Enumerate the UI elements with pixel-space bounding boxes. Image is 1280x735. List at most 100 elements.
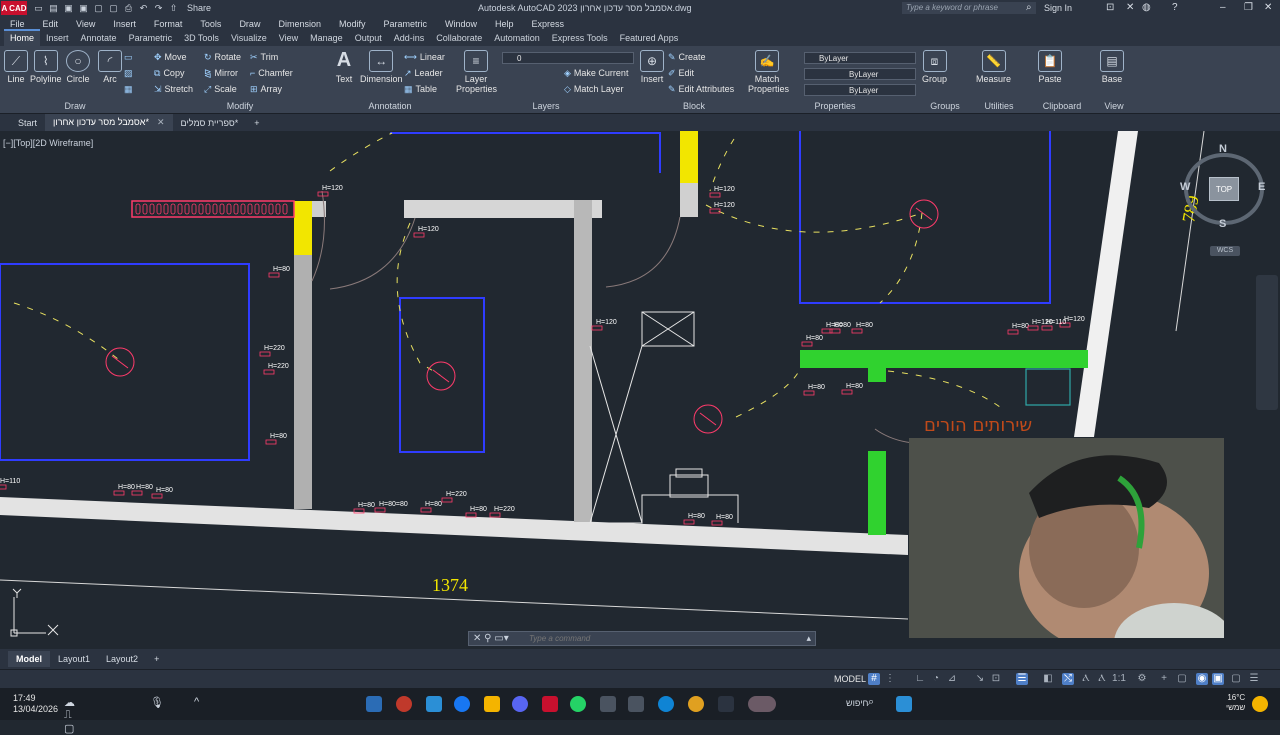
web-open-icon[interactable]: ▢ <box>93 3 104 13</box>
save-icon[interactable]: ▣ <box>63 3 74 13</box>
osnap-icon[interactable]: ⊡ <box>990 673 1002 685</box>
menu-window[interactable]: Window <box>445 19 477 29</box>
tab-add-ins[interactable]: Add-ins <box>388 31 431 46</box>
drawing-tab-active[interactable]: אסמבל מסר עדכון אחרון* ✕ <box>45 114 173 131</box>
open-file-icon[interactable]: ▤ <box>48 3 59 13</box>
compass-e[interactable]: E <box>1258 181 1265 193</box>
menu-edit[interactable]: Edit <box>43 19 59 29</box>
circle-button[interactable]: ○ Circle <box>66 50 90 84</box>
copy-button[interactable]: ⧉ Copy <box>154 68 184 79</box>
facebook-icon[interactable] <box>454 696 470 712</box>
group-button[interactable]: ⧈ Group <box>922 50 947 84</box>
taskbar-app-2-icon[interactable] <box>396 696 412 712</box>
taskbar-thumbnail-icon[interactable] <box>748 696 776 712</box>
tab-insert[interactable]: Insert <box>40 31 75 46</box>
dimension-button[interactable]: ↔ Dimension <box>360 50 403 84</box>
layers-group-label[interactable]: Layers <box>452 101 640 111</box>
wcs-menu[interactable]: WCS <box>1210 246 1240 256</box>
model-space-button[interactable]: MODEL <box>834 674 866 684</box>
navigation-bar[interactable] <box>1256 275 1278 410</box>
edit-attributes-button[interactable]: ✎ Edit Attributes <box>668 84 734 95</box>
tab-express-tools[interactable]: Express Tools <box>546 31 614 46</box>
annotation-visibility-icon[interactable]: Ⲁ <box>1080 673 1092 685</box>
tab-visualize[interactable]: Visualize <box>225 31 273 46</box>
menu-modify[interactable]: Modify <box>339 19 366 29</box>
menu-help[interactable]: Help <box>495 19 514 29</box>
rotate-button[interactable]: ↻ Rotate <box>204 52 241 63</box>
menu-dimension[interactable]: Dimension <box>278 19 321 29</box>
match-layer-button[interactable]: ◇ Match Layer <box>564 84 623 95</box>
compass-w[interactable]: W <box>1180 181 1190 193</box>
undo-icon[interactable]: ↶ <box>138 3 149 13</box>
text-button[interactable]: A Text <box>332 50 356 84</box>
stretch-button[interactable]: ⇲ Stretch <box>154 84 193 95</box>
layout1-tab[interactable]: Layout1 <box>50 651 98 667</box>
measure-button[interactable]: 📏 Measure <box>976 50 1011 84</box>
menu-view[interactable]: View <box>76 19 95 29</box>
color-dropdown[interactable]: ByLayer <box>804 52 916 64</box>
tab-view[interactable]: View <box>273 31 304 46</box>
user-icon[interactable]: ◍ <box>1142 2 1151 13</box>
isolate-objects-icon[interactable]: ◉ <box>1196 673 1208 685</box>
sign-in-button[interactable]: Sign In <box>1044 3 1072 13</box>
menu-tools[interactable]: Tools <box>200 19 221 29</box>
save-as-icon[interactable]: ▣ <box>78 3 89 13</box>
chrome-icon[interactable] <box>688 696 704 712</box>
tab-manage[interactable]: Manage <box>304 31 349 46</box>
file-explorer-icon[interactable] <box>484 696 500 712</box>
mirror-button[interactable]: ⧎ Mirror <box>204 68 238 79</box>
lineweight-icon[interactable]: ☰ <box>1016 673 1028 685</box>
new-file-icon[interactable]: ▭ <box>33 3 44 13</box>
compass-n[interactable]: N <box>1219 143 1227 155</box>
menu-draw[interactable]: Draw <box>239 19 260 29</box>
binoculars-icon[interactable]: ⌕ <box>1026 2 1032 13</box>
paste-button[interactable]: 📋 Paste <box>1038 50 1062 84</box>
menu-format[interactable]: Format <box>154 19 183 29</box>
menu-express[interactable]: Express <box>532 19 565 29</box>
cart-icon[interactable]: ⊡ <box>1106 2 1114 13</box>
layer-properties-button[interactable]: ≡ Layer Properties <box>456 50 497 94</box>
start-tab[interactable]: Start <box>10 115 45 131</box>
osnap-tracking-icon[interactable]: ↘ <box>974 673 986 685</box>
taskbar-app-9-icon[interactable] <box>600 696 616 712</box>
clipboard-group-label[interactable]: Clipboard <box>1030 101 1094 111</box>
menu-file[interactable]: File <box>10 19 25 29</box>
polyline-button[interactable]: ⌇ Polyline <box>30 50 62 84</box>
grid-icon[interactable]: # <box>868 673 880 685</box>
search-icon[interactable]: ⌕ <box>868 696 884 712</box>
weather-widget[interactable]: 16°C שמשי <box>1226 693 1245 713</box>
scale-button[interactable]: ⤢ Scale <box>204 84 237 95</box>
tab-3d-tools[interactable]: 3D Tools <box>178 31 225 46</box>
make-current-button[interactable]: ◈ Make Current <box>564 68 628 79</box>
leader-button[interactable]: ↗ Leader <box>404 68 443 79</box>
tab-annotate[interactable]: Annotate <box>75 31 123 46</box>
viewport-controls[interactable]: [−][Top][2D Wireframe] <box>3 138 93 148</box>
tab-output[interactable]: Output <box>349 31 388 46</box>
lineweight-dropdown[interactable]: ByLayer <box>804 84 916 96</box>
base-button[interactable]: ▤ Base <box>1100 50 1124 84</box>
tab-home[interactable]: Home <box>4 29 41 46</box>
polar-icon[interactable]: ◔ <box>930 673 942 685</box>
taskbar-app-3-icon[interactable] <box>426 696 442 712</box>
annotation-group-label[interactable]: Annotation <box>330 101 450 111</box>
command-history-icon[interactable]: ▴ <box>806 633 811 644</box>
command-input[interactable] <box>529 633 779 644</box>
drawing-tab-symbols[interactable]: ספריית סמלים* <box>173 115 247 131</box>
minimize-icon[interactable]: – <box>1220 2 1226 13</box>
clock[interactable]: 17:49 13/04/2026 <box>13 693 58 715</box>
close-tab-icon[interactable]: ✕ <box>157 117 165 127</box>
edge-icon[interactable] <box>658 696 674 712</box>
properties-group-label[interactable]: Properties <box>748 101 922 111</box>
linetype-dropdown[interactable]: ByLayer <box>804 68 916 80</box>
utilities-group-label[interactable]: Utilities <box>968 101 1030 111</box>
system-tray-icons[interactable]: ☁ ⎍ ▢ <box>64 696 80 735</box>
rectangle-icon[interactable]: ▭ <box>124 52 136 63</box>
customization-icon[interactable]: ☰ <box>1248 673 1260 685</box>
command-line-tools-icon[interactable]: ✕ ⚲ ▭▾ <box>473 633 509 644</box>
share-icon[interactable]: ⇧ <box>168 3 179 13</box>
annotation-monitor-icon[interactable]: + <box>1158 673 1170 685</box>
hatch-icon[interactable]: ▨ <box>124 68 136 79</box>
line-button[interactable]: ⟋ Line <box>4 50 28 84</box>
menu-parametric[interactable]: Parametric <box>384 19 428 29</box>
block-group-label[interactable]: Block <box>640 101 748 111</box>
